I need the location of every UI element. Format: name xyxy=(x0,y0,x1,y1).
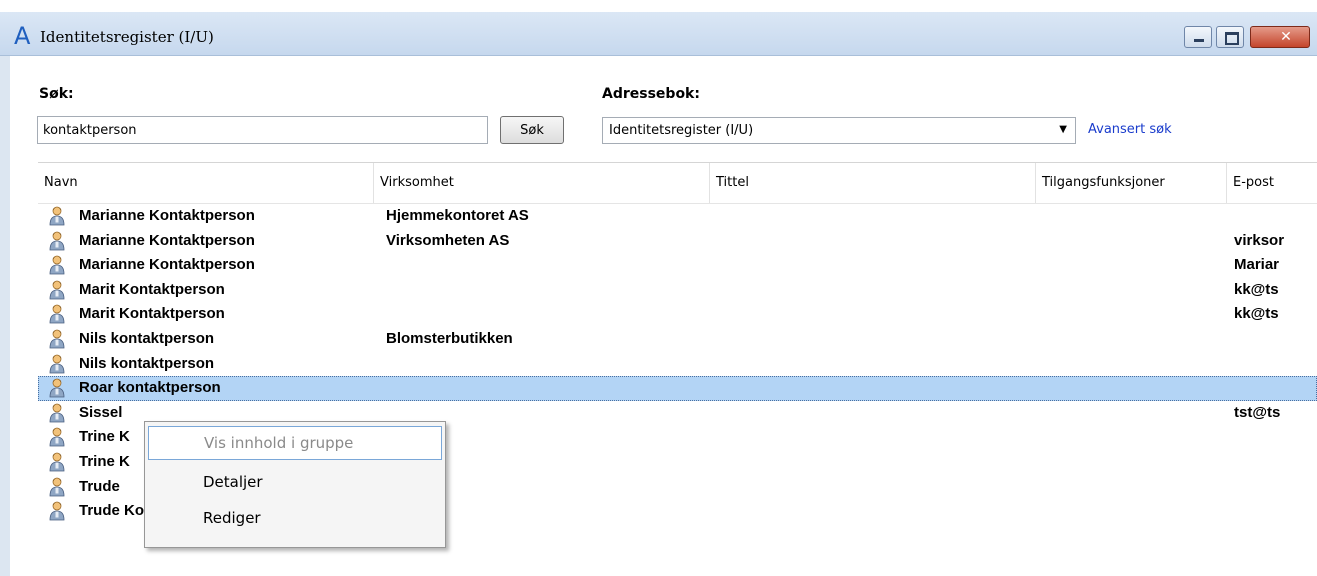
window-left-border xyxy=(0,56,10,576)
table-row[interactable]: Nils kontaktperson xyxy=(38,352,1317,377)
person-icon xyxy=(49,477,65,496)
close-button[interactable]: ✕ xyxy=(1250,26,1310,48)
search-label: Søk: xyxy=(39,86,74,102)
person-icon xyxy=(49,280,65,300)
maximize-button[interactable] xyxy=(1216,26,1244,48)
row-name: Marianne Kontaktperson xyxy=(79,231,255,249)
minimize-icon xyxy=(1185,27,1211,47)
row-company: Virksomheten AS xyxy=(386,231,510,249)
context-menu-item-details[interactable]: Detaljer xyxy=(148,466,442,498)
table-row[interactable]: Marianne Kontaktperson Mariar xyxy=(38,253,1317,278)
addressbook-label: Adressebok: xyxy=(602,86,700,102)
person-icon xyxy=(49,329,65,349)
column-header-email[interactable]: E-post xyxy=(1227,163,1317,203)
context-menu-item-show-group[interactable]: Vis innhold i gruppe xyxy=(148,426,442,460)
row-email: virksor xyxy=(1234,231,1285,249)
context-menu-item-edit[interactable]: Rediger xyxy=(148,502,442,534)
person-icon xyxy=(49,354,65,373)
context-menu: Vis innhold i gruppe Detaljer Rediger xyxy=(144,421,446,548)
row-company: Hjemmekontoret AS xyxy=(386,207,529,224)
app-window: A Identitetsregister (I/U) ✕ Søk: Søk Ad… xyxy=(0,0,1317,576)
column-header-name[interactable]: Navn xyxy=(38,163,374,203)
person-icon xyxy=(49,255,65,275)
person-icon xyxy=(49,304,65,324)
table-row[interactable]: Marit Kontaktperson kk@ts xyxy=(38,278,1317,303)
person-icon xyxy=(49,452,65,472)
table-row[interactable]: Marianne Kontaktperson Hjemmekontoret AS xyxy=(38,204,1317,229)
row-name: Nils kontaktperson xyxy=(79,329,215,347)
row-company: Blomsterbutikken xyxy=(386,329,513,347)
dropdown-arrow-icon: ▼ xyxy=(1059,124,1067,135)
row-email: kk@ts xyxy=(1234,305,1279,323)
column-header-title[interactable]: Tittel xyxy=(710,163,1036,203)
close-icon: ✕ xyxy=(1280,29,1292,45)
row-email: kk@ts xyxy=(1234,280,1279,298)
person-icon xyxy=(49,427,65,447)
person-icon xyxy=(49,501,65,521)
app-logo-icon: A xyxy=(14,22,31,50)
row-name: Marianne Kontaktperson xyxy=(79,207,255,224)
row-name: Marit Kontaktperson xyxy=(79,305,225,323)
table-row[interactable]: Marianne Kontaktperson Virksomheten AS vir… xyxy=(38,229,1317,254)
addressbook-selected-value: Identitetsregister (I/U) xyxy=(609,123,754,138)
table-row[interactable]: Marit Kontaktperson kk@ts xyxy=(38,302,1317,327)
table-row[interactable]: Nils kontaktperson Blomsterbutikken xyxy=(38,327,1317,352)
person-icon xyxy=(49,403,65,423)
row-name: Nils kontaktperson xyxy=(79,354,215,372)
person-icon xyxy=(49,206,65,226)
column-header-company[interactable]: Virksomhet xyxy=(374,163,710,203)
search-input[interactable] xyxy=(37,116,488,144)
row-name: Sissel xyxy=(79,403,123,421)
search-button[interactable]: Søk xyxy=(500,116,564,144)
minimize-button[interactable] xyxy=(1184,26,1212,48)
maximize-icon xyxy=(1217,27,1243,47)
table-header: Navn Virksomhet Tittel Tilgangsfunksjone… xyxy=(38,162,1317,204)
window-title: Identitetsregister (I/U) xyxy=(40,28,214,46)
table-row[interactable]: Roar kontaktperson xyxy=(38,376,1317,401)
person-icon xyxy=(49,231,65,250)
column-header-access[interactable]: Tilgangsfunksjoner xyxy=(1036,163,1227,203)
row-email: Mariar xyxy=(1234,256,1280,274)
advanced-search-link[interactable]: Avansert søk xyxy=(1088,122,1172,137)
row-name: Marianne Kontaktperson xyxy=(79,256,255,274)
row-name: Marit Kontaktperson xyxy=(79,280,225,298)
person-icon xyxy=(49,378,65,398)
row-name: Roar kontaktperson xyxy=(79,379,221,397)
row-email: tst@ts xyxy=(1234,403,1281,421)
addressbook-select[interactable]: Identitetsregister (I/U) ▼ xyxy=(602,117,1076,144)
